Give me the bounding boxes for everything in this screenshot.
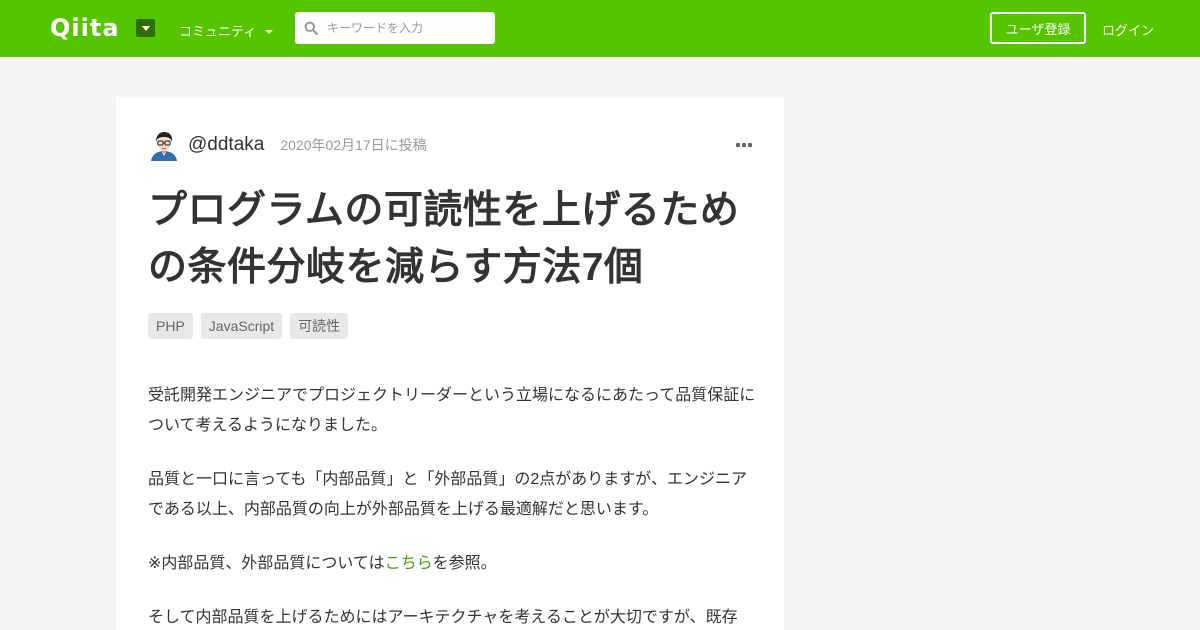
paragraph-text: ※内部品質、外部品質については: [148, 555, 385, 572]
qiita-logo[interactable]: Qiita: [50, 14, 120, 42]
more-options-icon[interactable]: [736, 139, 752, 151]
article-body: 受託開発エンジニアでプロジェクトリーダーという立場になるにあたって品質保証につい…: [148, 381, 758, 630]
paragraph-text: を参照。: [432, 555, 497, 572]
site-header: Qiita コミュニティ ユーザ登録 ログイン: [0, 0, 1200, 57]
reference-link[interactable]: こちら: [385, 555, 433, 572]
search-input[interactable]: [295, 12, 495, 44]
author-username[interactable]: @ddtaka: [188, 134, 264, 156]
search-icon: [304, 21, 318, 35]
community-label: コミュニティ: [179, 24, 257, 39]
tag-list: PHP JavaScript 可読性: [148, 313, 349, 339]
paragraph: 受託開発エンジニアでプロジェクトリーダーという立場になるにあたって品質保証につい…: [148, 387, 756, 434]
paragraph: ※内部品質、外部品質についてはこちらを参照。: [148, 549, 758, 579]
tag-php[interactable]: PHP: [148, 313, 193, 339]
article-title: プログラムの可読性を上げるための条件分岐を減らす方法7個: [148, 189, 740, 289]
community-menu[interactable]: コミュニティ: [179, 21, 274, 40]
tag-javascript[interactable]: JavaScript: [200, 313, 283, 339]
login-link[interactable]: ログイン: [1102, 20, 1154, 39]
paragraph: そして内部品質を上げるためにはアーキテクチャを考えることが大切ですが、既存: [148, 609, 738, 626]
search-box[interactable]: [295, 12, 495, 44]
avatar[interactable]: [148, 129, 180, 161]
chevron-down-icon: [265, 29, 274, 34]
article-card: @ddtaka 2020年02月17日に投稿 プログラムの可読性を上げるための条…: [116, 97, 784, 630]
logo-text[interactable]: Qiita: [50, 14, 120, 42]
paragraph: 品質と一口に言っても「内部品質」と「外部品質」の2点がありますが、エンジニアであ…: [148, 471, 747, 518]
author-row: @ddtaka 2020年02月17日に投稿: [148, 129, 752, 161]
post-date: 2020年02月17日に投稿: [280, 137, 427, 153]
signup-button[interactable]: ユーザ登録: [990, 12, 1086, 44]
tag-readability[interactable]: 可読性: [290, 313, 349, 339]
service-menu-dropdown-icon[interactable]: [136, 19, 155, 37]
